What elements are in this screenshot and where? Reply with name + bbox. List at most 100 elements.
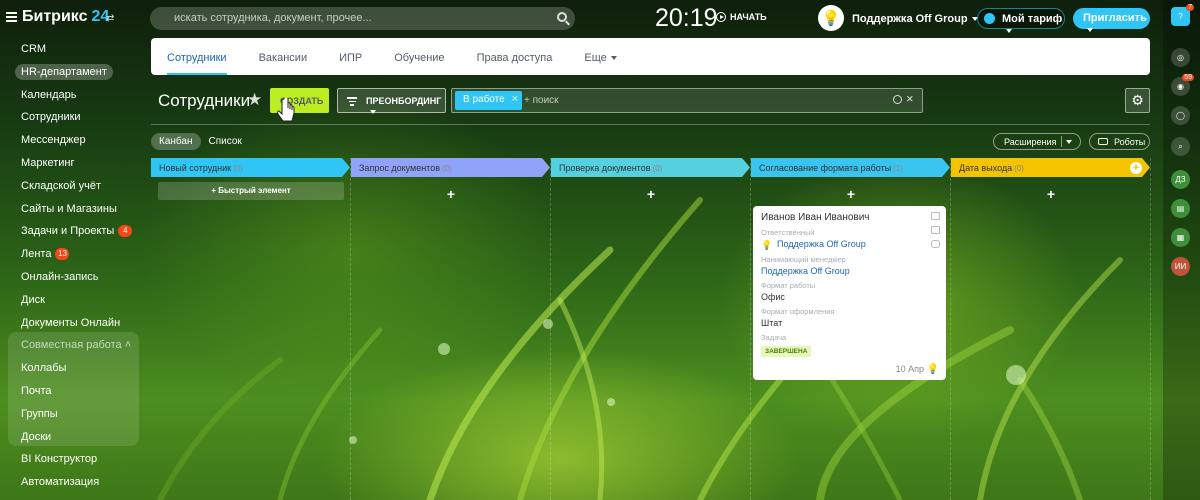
quick-add-button[interactable]: + Быстрый элемент	[158, 182, 344, 200]
preonboarding-button[interactable]: ПРЕОНБОРДИНГ	[337, 88, 446, 114]
add-item-icon[interactable]: +	[751, 186, 951, 202]
tab[interactable]: Сотрудники	[167, 38, 227, 75]
icon-glyph: ИИ	[1174, 262, 1187, 271]
extensions-button[interactable]: Расширения	[993, 133, 1081, 150]
icon-glyph: ◎	[1177, 53, 1184, 62]
menu-item-label: BI Конструктор	[21, 453, 98, 466]
column-count: (0)	[652, 164, 663, 173]
tab[interactable]: Обучение	[394, 38, 444, 75]
my-tariff-button[interactable]: Мой тариф	[977, 8, 1065, 34]
global-search-input[interactable]: искать сотрудника, документ, прочее...	[150, 7, 575, 30]
menu-burger-icon[interactable]	[6, 12, 17, 24]
menu-item[interactable]: Маркетинг	[0, 152, 145, 175]
column-header[interactable]: Запрос документов (0)	[351, 158, 550, 177]
column-header[interactable]: Проверка документов (0)	[551, 158, 750, 177]
menu-item-label: Сотрудники	[21, 111, 81, 124]
filter-chip[interactable]: В работе ×	[455, 91, 522, 110]
user-menu[interactable]: Поддержка Off Group	[852, 13, 978, 25]
menu-item[interactable]: Календарь	[0, 84, 145, 107]
menu-item[interactable]: Доски	[0, 426, 145, 449]
divider	[1061, 136, 1062, 147]
clear-icon[interactable]: ×	[906, 91, 914, 106]
menu-item[interactable]: Документы Онлайн	[0, 312, 145, 335]
kanban-card[interactable]: Иванов Иван Иванович Ответственный 💡 Подд…	[753, 206, 946, 380]
user-avatar[interactable]: 💡	[818, 5, 844, 31]
menu-item-label: Коллабы	[21, 362, 67, 375]
add-item-icon[interactable]: +	[351, 186, 551, 202]
kanban-column: Дата выхода (0) + +	[951, 158, 1151, 500]
column-title: Согласование формата работы	[759, 163, 892, 173]
app-logo[interactable]: Битрикс 24	[22, 8, 109, 26]
star-icon[interactable]: ★	[247, 90, 262, 110]
tab-label: Права доступа	[476, 52, 553, 64]
search-icon[interactable]	[893, 95, 902, 104]
tab-label: Вакансии	[258, 52, 308, 64]
doc-icon[interactable]: ▤	[1171, 199, 1190, 218]
menu-item[interactable]: BI Конструктор	[0, 448, 145, 471]
column-header[interactable]: Новый сотрудник (0)	[151, 158, 350, 177]
menu-item[interactable]: Онлайн-запись	[0, 266, 145, 289]
settings-gear-button[interactable]: ⚙	[1125, 88, 1150, 113]
workday-start-button[interactable]: НАЧАТЬ	[716, 12, 767, 22]
menu-item[interactable]: Задачи и Проекты 4	[0, 220, 145, 243]
menu-item-label: Складской учёт	[21, 179, 101, 192]
menu-item[interactable]: Автоматизация	[0, 471, 145, 494]
filter-search-input[interactable]: + поиск	[524, 95, 559, 106]
tab[interactable]: Вакансии	[259, 38, 308, 75]
menu-item[interactable]: CRM	[0, 38, 145, 61]
menu-item[interactable]: Мессенджер	[0, 129, 145, 152]
chevron-up-icon[interactable]: ˄	[122, 339, 131, 351]
column-header[interactable]: Согласование формата работы (1)	[751, 158, 950, 177]
menu-item[interactable]: Диск	[0, 289, 145, 312]
menu-item[interactable]: Коллабы	[0, 357, 145, 380]
menu-item[interactable]: Почта	[0, 380, 145, 403]
view-kanban[interactable]: Канбан	[151, 133, 201, 150]
menu-item[interactable]: Группы	[0, 403, 145, 426]
manager-link[interactable]: Поддержка Off Group	[761, 266, 938, 276]
robots-button[interactable]: Роботы	[1089, 133, 1150, 150]
bell-icon[interactable]: ◯	[1171, 106, 1190, 125]
menu-item[interactable]: Сайты и Магазины	[0, 198, 145, 221]
column-header[interactable]: Дата выхода (0) +	[951, 158, 1150, 177]
filter-search-field[interactable]: В работе × + поиск ×	[451, 88, 923, 113]
add-column-icon[interactable]: +	[1130, 162, 1142, 174]
chat-icon[interactable]	[931, 240, 940, 248]
view-list[interactable]: Список	[201, 133, 250, 150]
portal-switch-icon[interactable]: ⇄	[106, 13, 114, 24]
menu-item[interactable]: Сотрудники	[0, 106, 145, 129]
search-icon[interactable]	[557, 12, 567, 22]
sheet-icon[interactable]: ▦	[1171, 228, 1190, 247]
chevron-down-icon	[610, 56, 617, 61]
card-title[interactable]: Иванов Иван Иванович	[761, 212, 938, 223]
menu-item[interactable]: Лента 13	[0, 243, 145, 266]
copilot-icon[interactable]: ◎	[1171, 48, 1190, 67]
menu-item[interactable]: HR-департамент	[0, 61, 145, 84]
chat-icon[interactable]: ◉ 59	[1171, 74, 1194, 96]
employment-value: Штат	[761, 317, 783, 328]
column-count: (0)	[1014, 164, 1024, 173]
menu-item[interactable]: Складской учёт	[0, 175, 145, 198]
invite-button[interactable]: Пригласить	[1073, 8, 1150, 33]
help-icon[interactable]: ? 7	[1171, 4, 1194, 26]
menu-item-label: HR-департамент	[15, 63, 113, 80]
tab[interactable]: Еще	[584, 38, 617, 75]
search-icon[interactable]: ⌕	[1171, 137, 1190, 156]
mail-icon[interactable]	[931, 226, 940, 234]
tab[interactable]: ИПР	[339, 38, 362, 75]
menu-item[interactable]: Совместная работа ˄	[0, 334, 145, 357]
tab[interactable]: Права доступа	[477, 38, 553, 75]
chevron-down-icon[interactable]	[1066, 140, 1072, 144]
task-label: Задача	[761, 332, 787, 342]
add-item-icon[interactable]: +	[551, 186, 751, 202]
responsible-link[interactable]: 💡 Поддержка Off Group	[761, 239, 938, 250]
top-bar: Битрикс 24 ⇄ искать сотрудника, документ,…	[0, 0, 1200, 36]
format-label: Формат работы	[761, 280, 816, 290]
ii-icon[interactable]: ИИ	[1171, 257, 1190, 276]
phone-icon[interactable]	[931, 212, 940, 220]
tariff-icon	[984, 13, 995, 24]
start-label: НАЧАТЬ	[730, 12, 767, 22]
dz-icon[interactable]: ДЗ	[1171, 170, 1190, 189]
add-item-icon[interactable]: +	[951, 186, 1151, 202]
chip-close-icon[interactable]: ×	[512, 93, 518, 105]
filter-icon	[347, 97, 357, 108]
